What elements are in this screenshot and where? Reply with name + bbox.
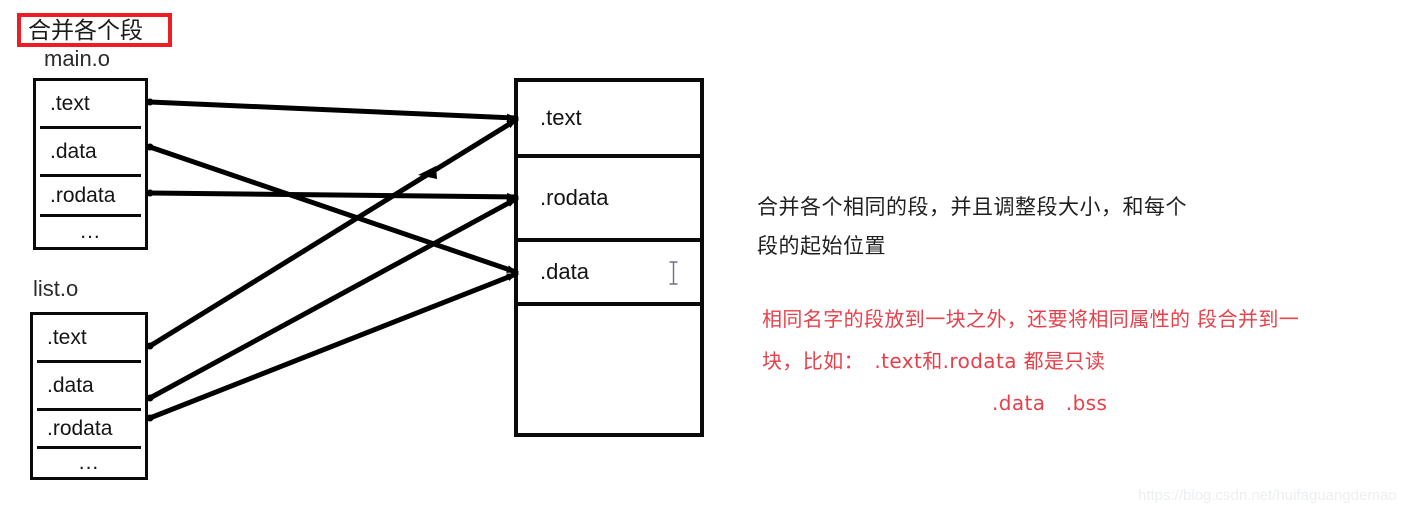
arrowhead-mid: [418, 166, 437, 179]
section-row-list-rodata: .rodata: [37, 411, 141, 449]
section-label: ...: [80, 220, 101, 243]
merged-row-rodata: .rodata: [518, 158, 700, 242]
merged-row-data: .data: [518, 242, 700, 306]
merged-row-empty: [518, 306, 700, 433]
section-label: .text: [47, 325, 87, 349]
arrow-4: [147, 196, 519, 401]
watermark: https://blog.csdn.net/huifaguangdemao: [1138, 487, 1397, 504]
merged-row-text: .text: [518, 82, 700, 158]
section-row-list-data: .data: [37, 363, 141, 411]
note-red-line1: 相同名字的段放到一块之外，还要将相同属性的: [762, 307, 1191, 331]
arrow-0: [147, 99, 519, 122]
section-label: .rodata: [47, 416, 113, 440]
section-label: .text: [540, 105, 582, 130]
section-label: .data: [50, 139, 97, 163]
section-label: .data: [540, 259, 589, 284]
arrow-5: [147, 271, 519, 421]
arrow-layer: [146, 98, 519, 422]
title-text: 合并各个段: [28, 18, 143, 44]
section-row-list-more: ...: [37, 449, 141, 477]
section-row-main-text: .text: [40, 81, 141, 129]
object-label-list: list.o: [33, 276, 79, 301]
arrow-2: [147, 190, 519, 201]
diagram-canvas: 合并各个段 main.o .text .data .rodata ... lis…: [0, 0, 1415, 518]
section-label: .text: [50, 91, 90, 115]
section-row-main-data: .data: [40, 129, 141, 177]
note-red-line3: .data .bss: [992, 391, 1108, 415]
arrow-3: [147, 117, 519, 349]
object-label-main: main.o: [44, 46, 111, 71]
object-box-list: .text .data .rodata ...: [30, 312, 148, 480]
section-row-main-rodata: .rodata: [40, 177, 141, 217]
arrow-1: [147, 144, 519, 275]
note-red: 相同名字的段放到一块之外，还要将相同属性的 段合并到一块，比如： .text和.…: [762, 298, 1302, 424]
section-label: .rodata: [50, 183, 116, 207]
section-row-main-more: ...: [40, 217, 141, 247]
object-box-main: .text .data .rodata ...: [33, 78, 148, 250]
title-box: 合并各个段: [17, 13, 172, 47]
section-row-list-text: .text: [37, 315, 141, 363]
section-label: .rodata: [540, 185, 609, 210]
note-black: 合并各个相同的段，并且调整段大小，和每个段的起始位置: [757, 195, 1187, 258]
merged-output-box: .text .rodata .data: [514, 78, 704, 437]
section-label: .data: [47, 373, 94, 397]
section-label: ...: [78, 451, 100, 474]
